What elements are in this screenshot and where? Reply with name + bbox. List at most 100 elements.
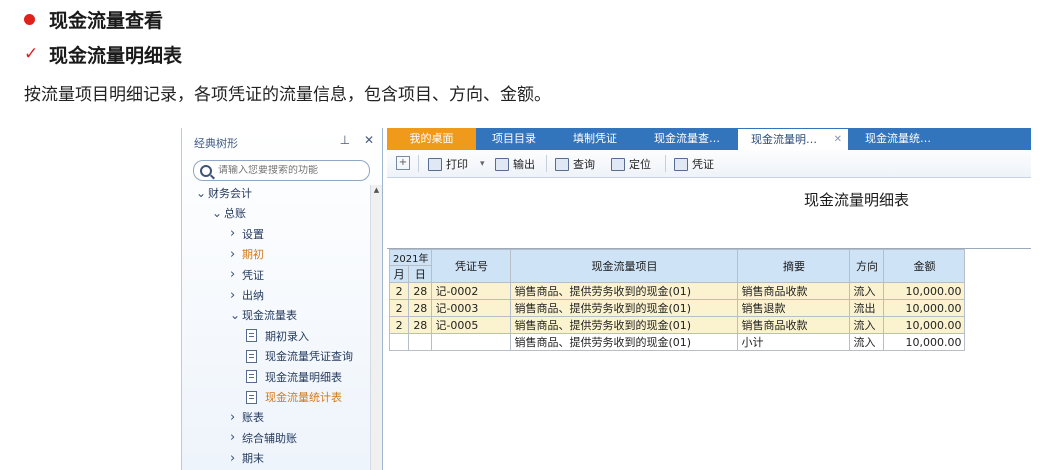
tree-item[interactable]: › 综合辅助账 — [230, 430, 297, 446]
tab-project-catalog[interactable]: 项目目录 — [476, 128, 552, 150]
tree-item[interactable]: › 设置 — [230, 226, 264, 242]
cell-day: 28 — [408, 316, 433, 334]
tab-cashflow-detail[interactable]: 现金流量明… ✕ — [738, 129, 848, 150]
chevron-down-icon[interactable]: ⌄ — [196, 186, 208, 200]
tree-item-label: 期初 — [242, 248, 264, 262]
chevron-right-icon[interactable]: › — [230, 226, 242, 241]
cell-amount: 10,000.00 — [883, 333, 966, 351]
tree-item[interactable]: ⌄ 总账 — [212, 205, 246, 221]
locate-button[interactable]: 定位 — [611, 156, 651, 172]
chevron-right-icon[interactable]: › — [230, 430, 242, 445]
tree-item[interactable]: › 账表 — [230, 409, 264, 425]
tab-cashflow-stats[interactable]: 现金流量统… — [848, 128, 948, 150]
cell-day — [408, 333, 433, 351]
chevron-right-icon[interactable]: › — [230, 267, 242, 282]
chevron-down-icon[interactable]: ⌄ — [212, 206, 224, 220]
cell-month — [388, 333, 410, 351]
tree-item-label: 期末 — [242, 452, 264, 466]
print-button[interactable]: 打印 ▾ — [428, 156, 485, 172]
subtotal-row[interactable]: 销售商品、提供劳务收到的现金(01) 小计 流入 10,000.00 — [388, 333, 966, 351]
tree-item-label: 设置 — [242, 227, 264, 241]
tree-item-label: 财务会计 — [208, 187, 252, 200]
cell-voucher — [431, 333, 512, 351]
tree-item-label: 现金流量凭证查询 — [265, 350, 353, 364]
toolbar-separator — [418, 155, 419, 172]
tab-close-icon[interactable]: ✕ — [834, 129, 842, 150]
chevron-down-icon[interactable]: ⌄ — [230, 308, 242, 322]
tree-item[interactable]: ⌄ 现金流量表 — [230, 307, 297, 323]
tree-item-label: 账表 — [242, 411, 264, 425]
toolbar: + 打印 ▾ 输出 查询 定位 凭证 — [387, 150, 1031, 178]
voucher-button[interactable]: 凭证 — [674, 156, 714, 172]
scroll-up-icon[interactable]: ▲ — [371, 185, 382, 196]
chevron-right-icon[interactable]: › — [230, 247, 242, 262]
tab-label: 现金流量查… — [654, 132, 720, 145]
tab-fill-voucher[interactable]: 填制凭证 — [552, 128, 638, 150]
sidebar: 经典树形 ⊥ ✕ ⌄财务会计⌄总账›设置›期初›凭证›出纳⌄现金流量表期初录入现… — [182, 128, 383, 470]
cell-day: 28 — [408, 299, 433, 317]
tree-item[interactable]: 期初录入 — [246, 328, 309, 344]
tree-item[interactable]: › 出纳 — [230, 287, 264, 303]
tree-item[interactable]: 现金流量统计表 — [246, 389, 342, 405]
toolbar-separator — [546, 155, 547, 172]
toolbar-separator — [665, 155, 666, 172]
chevron-down-icon[interactable]: ▾ — [480, 159, 485, 169]
day-header: 日 — [408, 265, 433, 283]
tab-cashflow-query[interactable]: 现金流量查… — [638, 128, 736, 150]
sidebar-scrollbar[interactable]: ▲ — [370, 185, 382, 470]
main-panel: 我的桌面 项目目录 填制凭证 现金流量查… 现金流量明… ✕ 现金流量统… + … — [387, 128, 1031, 470]
summary-header: 摘要 — [737, 249, 851, 283]
locate-icon — [611, 157, 625, 171]
chevron-right-icon[interactable]: › — [230, 288, 242, 303]
cell-day: 28 — [408, 282, 433, 300]
cell-summary: 销售商品收款 — [737, 282, 851, 300]
tab-label: 我的桌面 — [409, 132, 454, 145]
tree-item[interactable]: › 期末 — [230, 450, 264, 466]
pin-icon[interactable]: ⊥ — [340, 133, 350, 147]
sidebar-search[interactable] — [193, 160, 370, 181]
tree-item-label: 现金流量明细表 — [265, 370, 342, 384]
tree-item-label: 综合辅助账 — [242, 431, 297, 445]
search-input[interactable] — [218, 165, 368, 176]
chevron-right-icon[interactable]: › — [230, 410, 242, 425]
tree-item[interactable]: 现金流量明细表 — [246, 369, 342, 385]
check-icon: ✓ — [24, 44, 39, 64]
description-paragraph: 按流量项目明细记录，各项凭证的流量信息，包含项目、方向、金额。 — [24, 85, 551, 105]
heading-1: 现金流量查看 — [24, 6, 163, 33]
export-button[interactable]: 输出 — [495, 156, 535, 172]
tree-item[interactable]: ⌄ 财务会计 — [196, 185, 252, 201]
cell-month: 2 — [388, 316, 410, 334]
table-row[interactable]: 2 28 记-0002 销售商品、提供劳务收到的现金(01) 销售商品收款 流入 10,00… — [388, 282, 966, 300]
add-icon[interactable]: + — [396, 156, 410, 170]
cell-item: 销售商品、提供劳务收到的现金(01) — [510, 316, 739, 334]
cell-direction: 流入 — [849, 333, 885, 351]
cell-direction: 流入 — [849, 316, 885, 334]
cell-amount: 10,000.00 — [883, 282, 966, 300]
tree-item[interactable]: › 期初 — [230, 246, 264, 262]
tree-item[interactable]: 现金流量凭证查询 — [246, 348, 353, 364]
chevron-right-icon[interactable]: › — [230, 451, 242, 466]
query-icon — [555, 157, 569, 171]
query-button[interactable]: 查询 — [555, 156, 595, 172]
tree-item[interactable]: › 凭证 — [230, 267, 264, 283]
tab-my-desktop[interactable]: 我的桌面 — [387, 128, 476, 150]
table-row[interactable]: 2 28 记-0005 销售商品、提供劳务收到的现金(01) 销售商品收款 流入 10,00… — [388, 316, 966, 334]
cell-voucher: 记-0002 — [431, 282, 512, 300]
tab-label: 现金流量明… — [751, 133, 817, 146]
document-icon — [246, 329, 257, 343]
table-row[interactable]: 2 28 记-0003 销售商品、提供劳务收到的现金(01) 销售退款 流出 10,000.… — [388, 299, 966, 317]
print-label: 打印 — [446, 158, 468, 171]
search-icon — [200, 164, 212, 177]
amount-header: 金额 — [883, 249, 966, 283]
cell-direction: 流出 — [849, 299, 885, 317]
cell-month: 2 — [388, 299, 410, 317]
cashflow-detail-table: 2021年 凭证号 现金流量项目 摘要 方向 金额 月 日 2 28 记-0002 销… — [388, 249, 966, 351]
cell-direction: 流入 — [849, 282, 885, 300]
heading-2: ✓ 现金流量明细表 — [24, 41, 182, 68]
document-icon — [246, 390, 257, 404]
close-icon[interactable]: ✕ — [364, 133, 374, 147]
report-title: 现金流量明细表 — [804, 191, 910, 209]
app-window: 经典树形 ⊥ ✕ ⌄财务会计⌄总账›设置›期初›凭证›出纳⌄现金流量表期初录入现… — [181, 128, 1031, 470]
tree-item-label: 现金流量统计表 — [265, 391, 342, 404]
document-icon — [246, 349, 257, 363]
